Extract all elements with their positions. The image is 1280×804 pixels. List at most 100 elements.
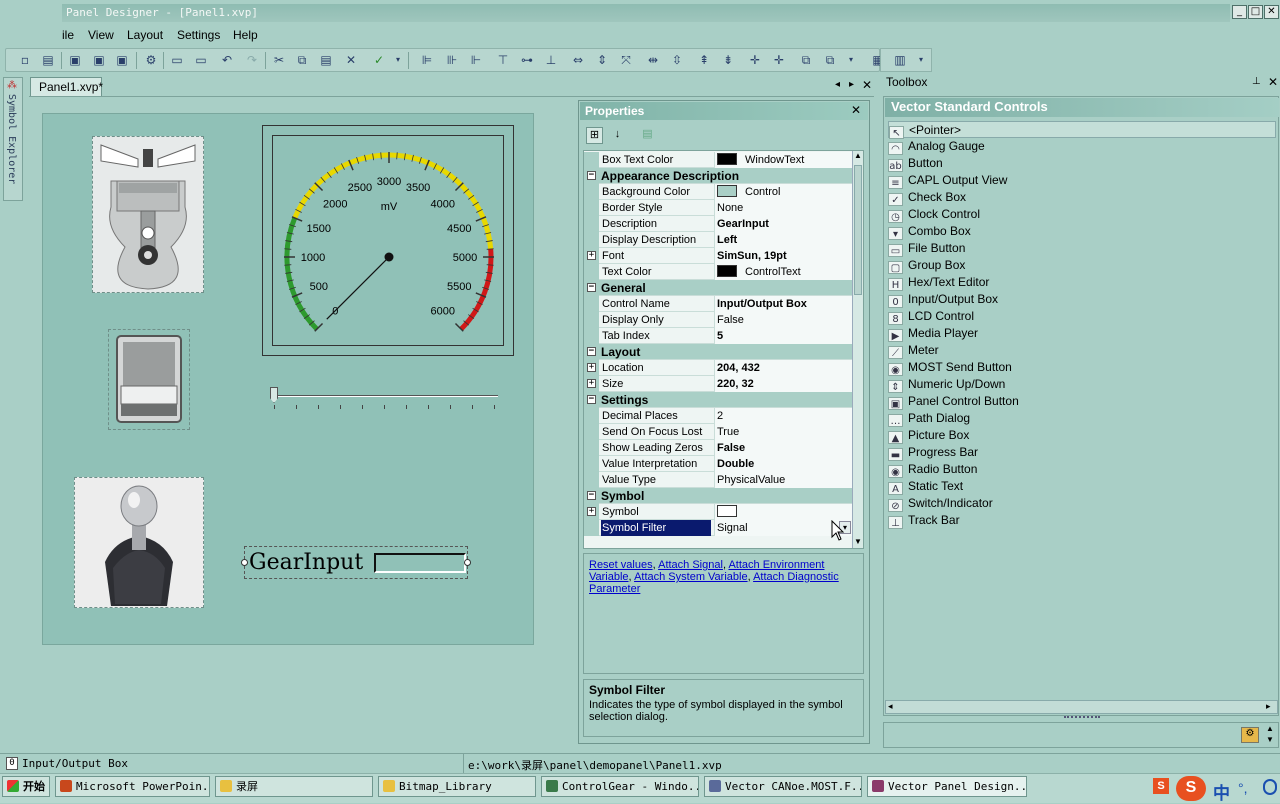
property-grid-scrollbar[interactable]: ▲ ▼ bbox=[852, 151, 863, 548]
property-row[interactable]: Value Interpretation Double bbox=[584, 456, 853, 472]
toolbox-h-scrollbar[interactable]: ◂ ▸ bbox=[885, 700, 1278, 714]
property-name[interactable]: Value Type bbox=[601, 472, 711, 488]
gear-shift-picture[interactable] bbox=[74, 477, 204, 608]
property-row[interactable]: Tab Index 5 bbox=[584, 328, 853, 344]
taskbar-button[interactable]: Microsoft PowerPoin... bbox=[55, 776, 210, 797]
expand-icon[interactable]: + bbox=[587, 251, 596, 260]
delete-icon[interactable]: ✕ bbox=[344, 53, 358, 67]
engine-picture[interactable] bbox=[92, 136, 204, 293]
resize-handle-left[interactable] bbox=[241, 559, 248, 566]
property-value[interactable]: Left bbox=[714, 232, 853, 248]
scroll-left-icon[interactable]: ◂ bbox=[888, 701, 893, 712]
property-row[interactable]: Display Only False bbox=[584, 312, 853, 328]
toolbox-item[interactable]: ▾ Combo Box bbox=[888, 223, 1276, 240]
property-name[interactable]: Value Interpretation bbox=[601, 456, 711, 472]
same-height-icon[interactable]: ⇕ bbox=[595, 53, 609, 67]
track-bar-control[interactable] bbox=[270, 387, 500, 413]
property-value[interactable]: PhysicalValue bbox=[714, 472, 853, 488]
property-category[interactable]: − Symbol bbox=[584, 488, 853, 504]
collapse-icon[interactable]: − bbox=[587, 171, 596, 180]
deploy-icon[interactable]: ⚙ bbox=[144, 53, 158, 67]
property-row[interactable]: Text Color ControlText bbox=[584, 264, 853, 280]
property-row[interactable]: Box Text Color WindowText bbox=[584, 152, 853, 168]
close-toolbox-icon[interactable]: ✕ bbox=[1268, 75, 1278, 89]
property-name[interactable]: Size bbox=[601, 376, 711, 392]
ime-soft-keyboard-icon[interactable] bbox=[1263, 779, 1277, 795]
collapse-icon[interactable]: − bbox=[587, 395, 596, 404]
align-center-icon[interactable]: ⊪ bbox=[445, 53, 459, 67]
property-value[interactable]: SimSun, 19pt bbox=[714, 248, 853, 264]
property-name[interactable]: Send On Focus Lost bbox=[601, 424, 711, 440]
layout-icon[interactable]: ▥ bbox=[893, 53, 907, 67]
toolbox-item[interactable]: ▲ Picture Box bbox=[888, 427, 1276, 444]
property-row[interactable]: Display Description Left bbox=[584, 232, 853, 248]
save-as-icon[interactable]: ▣ bbox=[92, 53, 106, 67]
gear-input-field[interactable] bbox=[374, 553, 466, 573]
expand-icon[interactable]: + bbox=[587, 363, 596, 372]
toolbox-item[interactable]: 0 Input/Output Box bbox=[888, 291, 1276, 308]
property-name[interactable]: Border Style bbox=[601, 200, 711, 216]
toolbox-item[interactable]: … Path Dialog bbox=[888, 410, 1276, 427]
property-name[interactable]: Location bbox=[601, 360, 711, 376]
save-icon[interactable]: ▣ bbox=[68, 53, 82, 67]
toolbox-item[interactable]: ⊥ Track Bar bbox=[888, 512, 1276, 529]
taskbar-button[interactable]: Vector Panel Design... bbox=[867, 776, 1027, 797]
close-button[interactable]: ✕ bbox=[1264, 5, 1279, 19]
property-row[interactable]: Decimal Places 2 bbox=[584, 408, 853, 424]
open-icon[interactable]: ▤ bbox=[41, 53, 55, 67]
toolbox-item[interactable]: H Hex/Text Editor bbox=[888, 274, 1276, 291]
analog-gauge-control[interactable]: 0 500 1000 1500 2000 2500 3000 3500 4000 4500 5000… bbox=[262, 125, 514, 356]
toolbox-item[interactable]: ◉ Radio Button bbox=[888, 461, 1276, 478]
property-name[interactable]: Decimal Places bbox=[601, 408, 711, 424]
check-icon[interactable]: ✓ bbox=[372, 53, 386, 67]
alphabetical-icon[interactable]: ↓ bbox=[609, 127, 626, 144]
property-row[interactable]: Description GearInput bbox=[584, 216, 853, 232]
menu-view[interactable]: View bbox=[86, 28, 116, 42]
redo-icon[interactable]: ↷ bbox=[245, 53, 259, 67]
collapse-icon[interactable]: − bbox=[587, 491, 596, 500]
toolbox-item[interactable]: ◠ Analog Gauge bbox=[888, 138, 1276, 155]
toolbox-item[interactable]: ◷ Clock Control bbox=[888, 206, 1276, 223]
property-row[interactable]: Show Leading Zeros False bbox=[584, 440, 853, 456]
property-value[interactable]: Control bbox=[714, 184, 853, 200]
property-value[interactable]: False bbox=[714, 440, 853, 456]
v-spacing-icon[interactable]: ⇳ bbox=[670, 53, 684, 67]
property-name[interactable]: Display Description bbox=[601, 232, 711, 248]
property-name[interactable]: Control Name bbox=[601, 296, 711, 312]
toolbox-item[interactable]: ▢ Group Box bbox=[888, 257, 1276, 274]
gear-input-control[interactable]: GearInput bbox=[241, 546, 471, 579]
property-value[interactable]: False bbox=[714, 312, 853, 328]
toolbox-item[interactable]: ▶ Media Player bbox=[888, 325, 1276, 342]
tab-panel1[interactable]: Panel1.xvp* bbox=[30, 77, 103, 96]
toolbox-item[interactable]: ≡ CAPL Output View bbox=[888, 172, 1276, 189]
property-name[interactable]: Display Only bbox=[601, 312, 711, 328]
pin-icon[interactable]: ⊥ bbox=[1252, 76, 1261, 87]
property-name[interactable]: Symbol bbox=[601, 504, 711, 520]
toolbox-item[interactable]: ⊘ Switch/Indicator bbox=[888, 495, 1276, 512]
toolbox-item[interactable]: ↖ <Pointer> bbox=[888, 121, 1276, 139]
property-value[interactable]: 2 bbox=[714, 408, 853, 424]
property-value[interactable]: True bbox=[714, 424, 853, 440]
toolbox-item[interactable]: ⇕ Numeric Up/Down bbox=[888, 376, 1276, 393]
bring-front-icon[interactable]: ⧉ bbox=[799, 53, 813, 67]
property-row[interactable]: Border Style None bbox=[584, 200, 853, 216]
property-row[interactable]: + Font SimSun, 19pt bbox=[584, 248, 853, 264]
close-properties-icon[interactable]: ✕ bbox=[851, 103, 861, 117]
taskbar-button[interactable]: Vector CANoe.MOST.F... bbox=[704, 776, 862, 797]
scroll-down-icon[interactable]: ▼ bbox=[854, 537, 862, 546]
attach-system-variable-link[interactable]: Attach System Variable bbox=[634, 571, 748, 583]
toolbox-item[interactable]: 8 LCD Control bbox=[888, 308, 1276, 325]
property-category[interactable]: − Settings bbox=[584, 392, 853, 408]
property-value[interactable]: 5 bbox=[714, 328, 853, 344]
switch-picture[interactable] bbox=[108, 329, 190, 430]
property-category[interactable]: − Layout bbox=[584, 344, 853, 360]
property-value[interactable]: 204, 432 bbox=[714, 360, 853, 376]
property-name[interactable]: Symbol Filter bbox=[601, 520, 711, 536]
property-row[interactable]: Symbol Filter Signal ▾ bbox=[584, 520, 853, 536]
undo-icon[interactable]: ↶ bbox=[220, 53, 234, 67]
toolbox-item[interactable]: ▣ Panel Control Button bbox=[888, 393, 1276, 410]
taskbar-button[interactable]: 录屏 bbox=[215, 776, 373, 797]
toolbox-item[interactable]: ◉ MOST Send Button bbox=[888, 359, 1276, 376]
toolbox-item[interactable]: ▭ File Button bbox=[888, 240, 1276, 257]
tab-scroll-left-icon[interactable]: ◂ bbox=[835, 79, 840, 90]
